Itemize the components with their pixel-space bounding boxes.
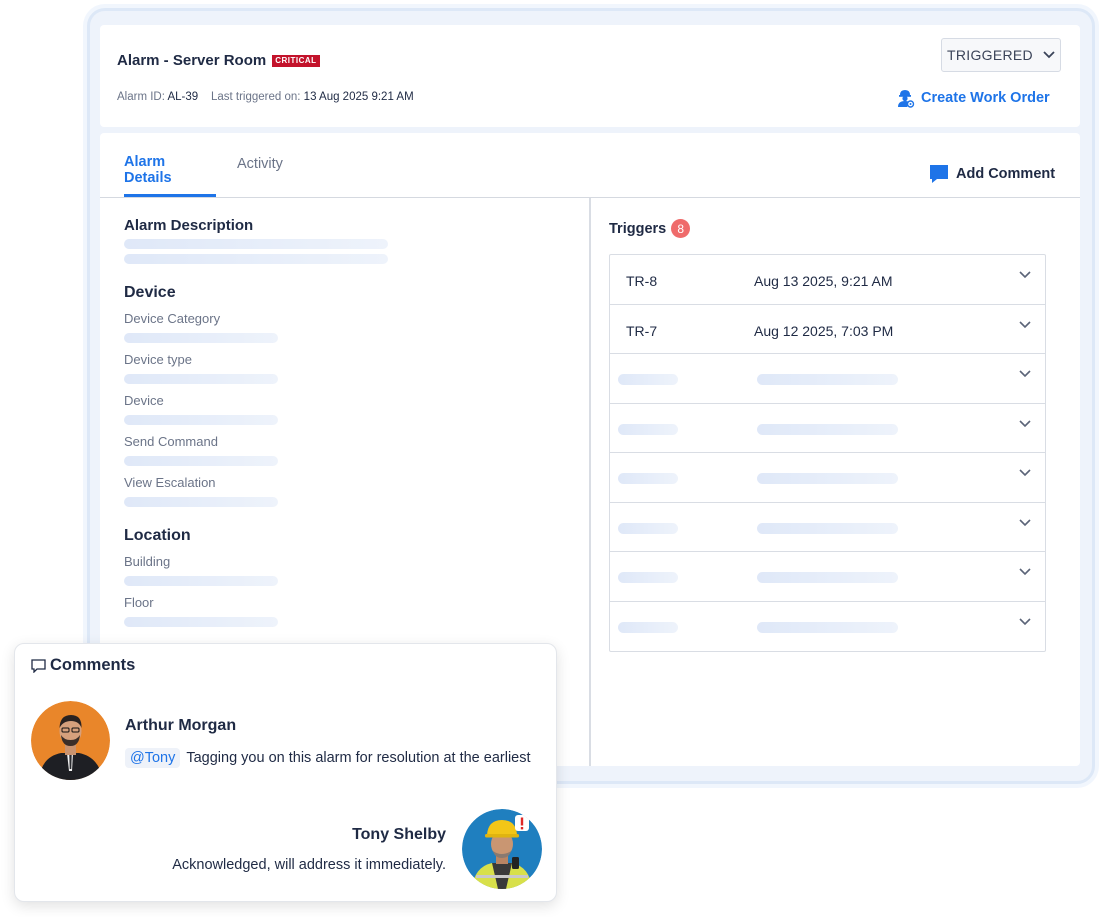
trigger-row[interactable]: TR-7 Aug 12 2025, 7:03 PM (610, 305, 1045, 354)
field-label-view-escalation: View Escalation (124, 475, 216, 490)
field-label-device-category: Device Category (124, 311, 221, 326)
add-comment-button[interactable]: Add Comment (929, 164, 1055, 184)
device-title: Device (124, 284, 176, 301)
trigger-row-placeholder[interactable] (610, 354, 1045, 404)
status-dropdown[interactable]: TRIGGERED (941, 38, 1061, 72)
add-comment-label: Add Comment (956, 166, 1056, 182)
triggers-title-text: Triggers (609, 220, 667, 237)
field-label-building: Building (124, 554, 171, 569)
alarm-id-value: AL-39 (167, 91, 199, 103)
chevron-down-icon[interactable] (1019, 320, 1031, 329)
comment-author: Arthur Morgan (125, 717, 237, 734)
skeleton-line (124, 576, 278, 586)
tab-alarm-details[interactable]: Alarm Details (124, 154, 216, 197)
trigger-row-placeholder[interactable] (610, 404, 1045, 453)
comments-header: Comments (31, 656, 135, 675)
column-divider (589, 198, 591, 766)
skeleton-line (757, 621, 898, 633)
last-triggered-value: 13 Aug 2025 9:21 AM (303, 91, 414, 103)
tab-bar: Alarm Details Activity Add Comment (100, 133, 1080, 198)
create-work-order-button[interactable]: Create Work Order (895, 88, 1050, 108)
alarm-title: Alarm - Server Room CRITICAL (117, 52, 320, 69)
chevron-down-icon[interactable] (1019, 271, 1031, 279)
trigger-row-placeholder[interactable] (610, 552, 1045, 602)
description-title: Alarm Description (124, 217, 254, 234)
skeleton-line (618, 522, 678, 534)
skeleton-line (757, 572, 898, 583)
skeleton-line (618, 423, 678, 435)
skeleton-line (618, 374, 678, 385)
skeleton-line (757, 374, 898, 385)
skeleton-line (757, 473, 898, 484)
skeleton-line (124, 254, 388, 264)
field-label-device: Device (124, 393, 164, 408)
comments-title: Comments (50, 656, 136, 674)
alarm-header: Alarm - Server Room CRITICAL Alarm ID: A… (100, 25, 1080, 127)
worker-icon (898, 90, 915, 108)
chevron-down-icon[interactable] (1019, 370, 1031, 378)
skeleton-line (757, 423, 898, 435)
skeleton-line (124, 497, 278, 507)
avatar (462, 809, 542, 889)
status-label: TRIGGERED (947, 47, 1033, 63)
triggers-header: Triggers 8 (609, 219, 691, 238)
trigger-date: Aug 12 2025, 7:03 PM (754, 322, 894, 339)
chevron-down-icon[interactable] (1019, 469, 1031, 477)
skeleton-line (124, 333, 278, 343)
tab-activity[interactable]: Activity (237, 156, 283, 172)
skeleton-line (618, 621, 678, 633)
chevron-down-icon (1043, 51, 1055, 59)
skeleton-line (618, 473, 678, 484)
triggers-count-badge: 8 (671, 219, 691, 238)
location-title: Location (124, 527, 191, 544)
comments-panel: Comments Arthur Morgan @Tony Tagging you… (14, 643, 557, 902)
comment-outline-icon (31, 658, 46, 673)
comment-icon (930, 165, 948, 183)
create-work-order-label: Create Work Order (921, 90, 1050, 106)
chevron-down-icon[interactable] (1019, 568, 1031, 576)
trigger-id: TR-8 (626, 273, 658, 289)
trigger-row[interactable]: TR-8 Aug 13 2025, 9:21 AM (610, 255, 1045, 305)
chevron-down-icon[interactable] (1019, 617, 1031, 626)
trigger-row-placeholder[interactable] (610, 602, 1045, 652)
alarm-title-text: Alarm - Server Room (117, 52, 267, 69)
comment-author: Tony Shelby (352, 826, 446, 843)
trigger-id: TR-7 (626, 322, 658, 339)
field-label-send-command: Send Command (124, 434, 218, 449)
trigger-row-placeholder[interactable] (610, 503, 1045, 552)
chevron-down-icon[interactable] (1019, 419, 1031, 428)
skeleton-line (618, 572, 678, 583)
alarm-details-panel: Alarm Description Device Device Category… (124, 217, 388, 627)
avatar (31, 701, 110, 780)
triggers-list: TR-8 Aug 13 2025, 9:21 AM TR-7 Aug 12 20… (609, 254, 1046, 652)
trigger-row-placeholder[interactable] (610, 453, 1045, 503)
last-triggered-label: Last triggered on: (210, 91, 301, 103)
comment-body: @Tony Tagging you on this alarm for reso… (125, 748, 531, 768)
skeleton-line (124, 239, 388, 249)
alarm-id-label: Alarm ID: (117, 91, 165, 103)
field-label-floor: Floor (124, 595, 154, 610)
comment-text: Acknowledged, will address it immediatel… (172, 857, 446, 873)
trigger-date: Aug 13 2025, 9:21 AM (754, 273, 893, 289)
skeleton-line (124, 374, 278, 384)
user-mention[interactable]: @Tony (125, 748, 181, 768)
skeleton-line (124, 456, 278, 466)
triggers-title: Triggers 8 (609, 219, 691, 238)
skeleton-line (757, 522, 898, 534)
chevron-down-icon[interactable] (1019, 518, 1031, 527)
comment-text: Tagging you on this alarm for resolution… (186, 750, 531, 766)
skeleton-line (124, 415, 278, 425)
field-label-device-type: Device type (124, 352, 192, 367)
skeleton-line (124, 617, 278, 627)
alarm-meta: Alarm ID: AL-39 Last triggered on: 13 Au… (117, 91, 414, 103)
severity-badge: CRITICAL (272, 54, 320, 67)
